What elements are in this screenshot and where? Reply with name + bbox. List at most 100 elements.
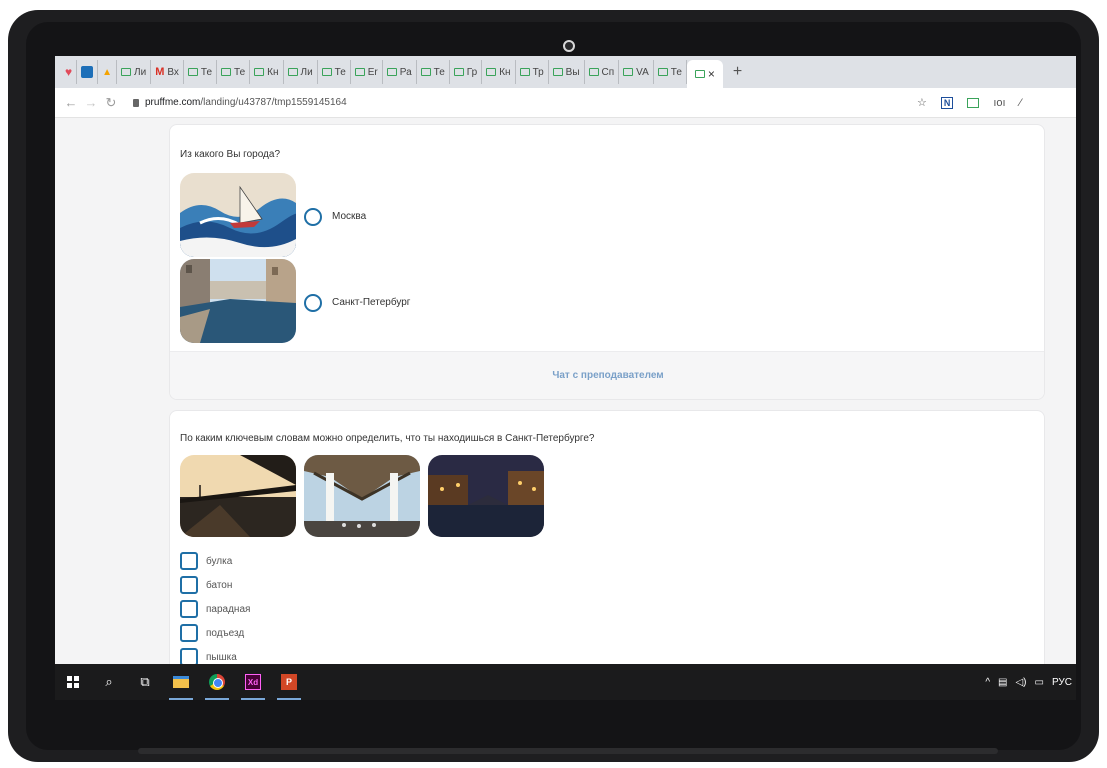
checkbox-label: подъезд bbox=[206, 627, 245, 639]
checkbox-row[interactable]: парадная bbox=[180, 599, 250, 619]
tab-7[interactable]: Er bbox=[351, 60, 383, 84]
powerpoint-icon: P bbox=[281, 674, 297, 690]
url-host: pruffme.com bbox=[145, 97, 201, 108]
image-canal-night bbox=[428, 455, 544, 537]
checkbox-row[interactable]: батон bbox=[180, 575, 232, 595]
checkbox-label: булка bbox=[206, 555, 233, 567]
eyedropper-icon[interactable]: ⁄ bbox=[1020, 97, 1022, 109]
tab-vivaldi[interactable]: ♥ bbox=[61, 60, 78, 84]
tab-3[interactable]: Те bbox=[217, 60, 251, 84]
page-icon bbox=[519, 68, 530, 76]
page-icon bbox=[321, 68, 332, 76]
extension-page-icon[interactable] bbox=[967, 97, 980, 108]
question-text: По каким ключевым словам можно определит… bbox=[180, 433, 595, 444]
page-content: Из какого Вы города? Москва Санкт-Петерб… bbox=[55, 118, 1076, 664]
search-icon[interactable]: ⌕ bbox=[91, 664, 127, 700]
taskbar-explorer[interactable] bbox=[163, 664, 199, 700]
page-icon bbox=[588, 68, 599, 76]
tab-12[interactable]: Тр bbox=[516, 60, 549, 84]
checkbox[interactable] bbox=[180, 552, 198, 570]
reload-icon[interactable]: ↻ bbox=[101, 95, 121, 111]
checkbox-row[interactable]: булка bbox=[180, 551, 232, 571]
screen: ♥ ▲ Ли M Вх Те Те Кн Ли Те Er Ра Те Гр Кн… bbox=[55, 56, 1076, 700]
checkbox-label: пышка bbox=[206, 651, 237, 663]
chevron-up-icon[interactable]: ^ bbox=[985, 677, 990, 688]
windows-logo-icon bbox=[67, 676, 79, 688]
tab-gmail[interactable]: M Вх bbox=[151, 60, 184, 84]
checkbox-row[interactable]: пышка bbox=[180, 647, 237, 664]
tab-1[interactable]: Ли bbox=[117, 60, 152, 84]
page-icon bbox=[453, 68, 464, 76]
tab-label: Er bbox=[367, 66, 378, 78]
page-icon bbox=[121, 68, 132, 76]
question-card-keywords: По каким ключевым словам можно определит… bbox=[169, 410, 1045, 664]
page-icon bbox=[386, 68, 397, 76]
tab-2[interactable]: Те bbox=[184, 60, 218, 84]
page-icon bbox=[486, 68, 497, 76]
lock-icon bbox=[133, 98, 139, 107]
radio-moscow[interactable] bbox=[304, 208, 322, 226]
forward-arrow-icon[interactable]: → bbox=[81, 95, 101, 110]
extension-icons: ☆ N ıoı ⁄ bbox=[917, 96, 1021, 109]
question-text: Из какого Вы города? bbox=[180, 149, 281, 160]
tab-label: Кн bbox=[499, 66, 511, 78]
chrome-icon bbox=[209, 674, 225, 690]
tab-14[interactable]: Сп bbox=[585, 60, 620, 84]
tab-15[interactable]: VA bbox=[619, 60, 654, 84]
tab-10[interactable]: Гр bbox=[450, 60, 483, 84]
back-arrow-icon[interactable]: ← bbox=[61, 95, 81, 110]
page-icon bbox=[221, 68, 232, 76]
close-tab-icon[interactable]: × bbox=[708, 67, 715, 81]
taskbar-chrome[interactable] bbox=[199, 664, 235, 700]
language-indicator[interactable]: РУС bbox=[1052, 677, 1072, 688]
tab-16[interactable]: Те bbox=[654, 60, 687, 84]
tab-label: Те bbox=[334, 66, 346, 78]
notion-icon[interactable]: N bbox=[940, 96, 954, 109]
page-icon bbox=[623, 68, 634, 76]
volume-icon[interactable]: ◁) bbox=[1015, 677, 1026, 688]
tab-drive[interactable]: ▲ bbox=[98, 60, 118, 84]
checkbox-row[interactable]: подъезд bbox=[180, 623, 244, 643]
new-tab-button[interactable]: + bbox=[733, 63, 742, 81]
taskbar-powerpoint[interactable]: P bbox=[271, 664, 307, 700]
system-tray: ^ ▤ ◁) ▭ РУС bbox=[985, 677, 1076, 688]
extension-icon[interactable]: ıoı bbox=[993, 97, 1005, 109]
checkbox[interactable] bbox=[180, 624, 198, 642]
task-view-icon[interactable]: ⧉ bbox=[127, 664, 163, 700]
page-icon bbox=[694, 70, 705, 78]
notification-icon[interactable]: ▭ bbox=[1035, 677, 1044, 688]
gmail-icon: M bbox=[155, 66, 165, 78]
checkbox[interactable] bbox=[180, 600, 198, 618]
checkbox[interactable] bbox=[180, 648, 198, 664]
tab-active[interactable]: × bbox=[686, 60, 723, 88]
tab-4[interactable]: Кн bbox=[250, 60, 284, 84]
trello-icon bbox=[81, 66, 94, 78]
tab-label: Вы bbox=[565, 66, 580, 78]
tab-label: Кн bbox=[267, 66, 279, 78]
vivaldi-icon: ♥ bbox=[65, 65, 73, 79]
laptop-hinge bbox=[138, 748, 998, 754]
start-button[interactable] bbox=[55, 664, 91, 700]
page-icon bbox=[287, 68, 298, 76]
tab-5[interactable]: Ли bbox=[284, 60, 318, 84]
browser-toolbar: ← → ↻ pruffme.com/landing/u43787/tmp1559… bbox=[55, 88, 1076, 118]
tab-13[interactable]: Вы bbox=[549, 60, 585, 84]
tab-label: Ли bbox=[134, 66, 147, 78]
chat-with-teacher-link[interactable]: Чат с преподавателем bbox=[170, 351, 1044, 399]
tab-trello[interactable] bbox=[77, 60, 99, 84]
option-image-sailboat bbox=[180, 173, 296, 257]
taskbar-xd[interactable]: Xd bbox=[235, 664, 271, 700]
tab-8[interactable]: Ра bbox=[383, 60, 417, 84]
url-path: /landing/u43787/tmp1559145164 bbox=[200, 97, 347, 108]
tab-11[interactable]: Кн bbox=[482, 60, 516, 84]
network-icon[interactable]: ▤ bbox=[998, 677, 1007, 688]
tab-9[interactable]: Те bbox=[417, 60, 450, 84]
page-icon bbox=[354, 68, 365, 76]
tab-6[interactable]: Те bbox=[318, 60, 351, 84]
radio-saint-petersburg[interactable] bbox=[304, 294, 322, 312]
checkbox[interactable] bbox=[180, 576, 198, 594]
star-icon[interactable]: ☆ bbox=[917, 96, 927, 109]
tab-label: Те bbox=[670, 66, 682, 78]
webcam-icon bbox=[563, 40, 575, 52]
address-bar[interactable]: pruffme.com/landing/u43787/tmp1559145164 bbox=[133, 97, 903, 108]
